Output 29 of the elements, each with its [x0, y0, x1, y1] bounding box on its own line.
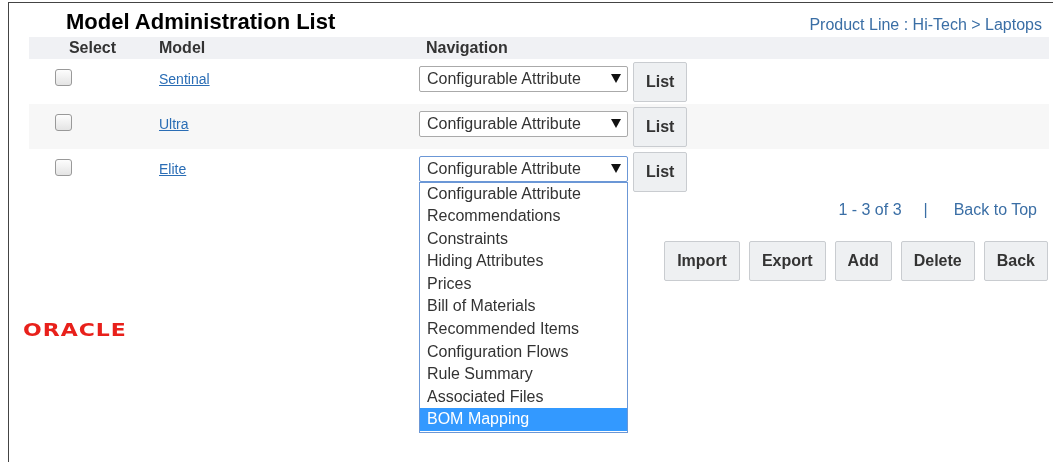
back-to-top-link[interactable]: Back to Top [953, 201, 1037, 219]
breadcrumb: Product Line : Hi-Tech > Laptops [809, 15, 1042, 35]
navigation-dropdown[interactable]: Configurable Attribute [419, 110, 628, 137]
page-title: Model Administration List [66, 9, 336, 35]
navigation-dropdown[interactable]: Configurable Attribute [419, 155, 628, 182]
column-header: Select [67, 39, 118, 57]
action-button[interactable]: Delete [900, 241, 975, 281]
action-button[interactable]: Back [983, 241, 1048, 281]
row-checkbox[interactable] [54, 159, 72, 176]
action-button[interactable]: Import [664, 241, 740, 281]
list-button[interactable]: List [633, 61, 688, 102]
model-link[interactable]: Sentinal [159, 70, 419, 87]
action-button[interactable]: Add [834, 241, 892, 281]
action-button[interactable]: Export [748, 241, 826, 281]
page-range: 1 - 3 of 3 [838, 201, 902, 219]
column-header: Model [159, 39, 207, 57]
list-button[interactable]: List [633, 151, 688, 192]
separator: | [923, 201, 928, 219]
row-checkbox[interactable] [54, 114, 72, 131]
row-checkbox[interactable] [54, 69, 72, 86]
model-link[interactable]: Ultra [159, 115, 419, 132]
column-header: Navigation [426, 39, 509, 57]
logo: ORACLE [23, 319, 127, 340]
caret-icon [611, 119, 621, 128]
caret-icon [611, 164, 621, 173]
caret-icon [611, 74, 621, 83]
navigation-dropdown[interactable]: Configurable Attribute [419, 65, 628, 92]
model-link[interactable]: Elite [159, 160, 419, 177]
list-button[interactable]: List [633, 106, 688, 147]
